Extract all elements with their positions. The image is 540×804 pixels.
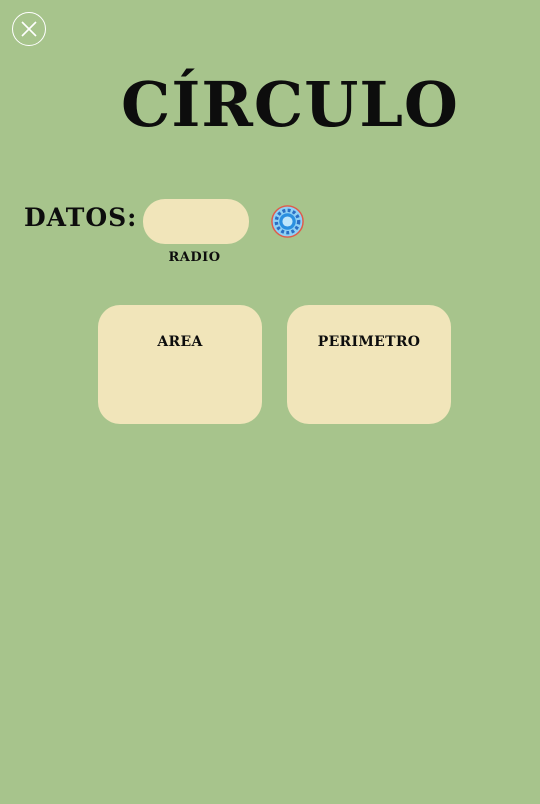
- datos-label: DATOS:: [24, 203, 138, 232]
- close-button[interactable]: [12, 12, 46, 46]
- area-result-card: AREA: [98, 305, 262, 424]
- perimetro-label: PERIMETRO: [317, 334, 421, 350]
- gear-refresh-icon: [271, 205, 304, 238]
- page-title: CÍRCULO: [121, 68, 459, 141]
- circle-calculator-screen: CÍRCULO DATOS: RADIO AREA PERIMETRO: [0, 0, 540, 804]
- close-icon: [21, 21, 37, 37]
- radio-caption: RADIO: [168, 250, 221, 265]
- radio-input[interactable]: [143, 199, 249, 244]
- area-label: AREA: [157, 334, 203, 350]
- calculate-button[interactable]: [270, 204, 305, 239]
- perimetro-result-card: PERIMETRO: [287, 305, 451, 424]
